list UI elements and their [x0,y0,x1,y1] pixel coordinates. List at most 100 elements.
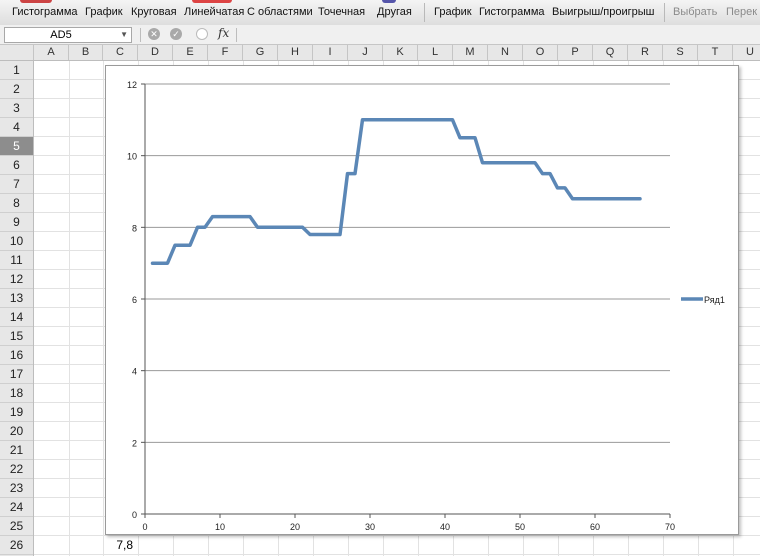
ribbon-button[interactable]: Выигрыш/проигрыш [552,6,655,18]
column-header-H[interactable]: H [278,45,313,60]
row-header-21[interactable]: 21 [0,441,33,460]
row-header-7[interactable]: 7 [0,175,33,194]
y-tick-label: 8 [132,223,137,233]
row-header-4[interactable]: 4 [0,118,33,137]
column-header-R[interactable]: R [628,45,663,60]
column-header-K[interactable]: K [383,45,418,60]
column-header-O[interactable]: O [523,45,558,60]
ribbon-button: Перек [726,6,758,18]
y-tick-label: 2 [132,438,137,448]
y-tick-label: 6 [132,295,137,305]
select-all-corner[interactable] [0,45,34,60]
series-line [150,118,642,265]
fx-button[interactable]: fx [218,26,229,40]
cancel-icon[interactable]: ✕ [148,28,160,40]
grid-line [34,535,760,536]
row-header-5[interactable]: 5 [0,137,33,156]
row-header-26[interactable]: 26 [0,536,33,555]
ribbon-separator [424,3,425,22]
ribbon-button[interactable]: Другая [377,6,412,18]
divider [236,28,237,42]
column-header-G[interactable]: G [243,45,278,60]
y-tick-label: 4 [132,367,137,377]
column-header-U[interactable]: U [733,45,760,60]
ribbon-icon-edge [192,0,232,3]
column-header-T[interactable]: T [698,45,733,60]
ribbon-button[interactable]: График [85,6,123,18]
cell-B26[interactable]: 7,8 [69,536,135,555]
ribbon-button[interactable]: Гистограмма [479,6,545,18]
ribbon-button[interactable]: Линейчатая [184,6,244,18]
x-tick-label: 0 [142,522,147,532]
column-header-C[interactable]: C [103,45,138,60]
legend-label: Ряд1 [704,295,725,305]
x-tick-label: 50 [515,522,525,532]
row-header-2[interactable]: 2 [0,80,33,99]
column-header-N[interactable]: N [488,45,523,60]
x-tick-label: 30 [365,522,375,532]
confirm-icon[interactable]: ✓ [170,28,182,40]
y-tick-label: 10 [127,152,137,162]
column-header-E[interactable]: E [173,45,208,60]
row-headers: 1 2 3 4 5 6 7 8 9 10 11 12 13 14 15 16 17 18 19 20 21 22 23 24 2… [0,61,34,556]
row-header-20[interactable]: 20 [0,422,33,441]
ribbon-icon-edge [382,0,396,3]
x-tick-label: 20 [290,522,300,532]
column-header-M[interactable]: M [453,45,488,60]
row-header-17[interactable]: 17 [0,365,33,384]
column-header-B[interactable]: B [69,45,103,60]
ribbon-separator [664,3,665,22]
column-header-S[interactable]: S [663,45,698,60]
ribbon-button: Выбрать [673,6,718,18]
name-box[interactable]: AD5 ▼ [4,27,132,43]
divider [140,28,141,42]
row-header-13[interactable]: 13 [0,289,33,308]
column-header-P[interactable]: P [558,45,593,60]
row-header-8[interactable]: 8 [0,194,33,213]
chart-ribbon: Гистограмма График Круговая Линейчатая С обл… [0,0,760,26]
grid-line [34,554,760,555]
ribbon-button[interactable]: Круговая [131,6,177,18]
row-header-23[interactable]: 23 [0,479,33,498]
line-chart[interactable]: 0 2 4 6 8 10 12 0 10 20 30 40 50 60 70 Ряд1 [105,65,739,535]
row-header-25[interactable]: 25 [0,517,33,536]
row-header-24[interactable]: 24 [0,498,33,517]
ribbon-button[interactable]: Гистограмма [12,6,78,18]
row-header-22[interactable]: 22 [0,460,33,479]
formula-bar: AD5 ▼ ✕ ✓ fx [0,25,760,45]
row-header-10[interactable]: 10 [0,232,33,251]
y-tick-label: 0 [132,510,137,520]
column-header-D[interactable]: D [138,45,173,60]
column-header-I[interactable]: I [313,45,348,60]
row-header-11[interactable]: 11 [0,251,33,270]
name-box-value: AD5 [50,29,72,41]
column-header-J[interactable]: J [348,45,383,60]
chart-plot: 0 2 4 6 8 10 12 0 10 20 30 40 50 60 70 Ряд1 [127,80,725,532]
ribbon-icon-edge [20,0,52,3]
row-header-19[interactable]: 19 [0,403,33,422]
row-header-18[interactable]: 18 [0,384,33,403]
ribbon-button[interactable]: С областями [247,6,313,18]
row-header-14[interactable]: 14 [0,308,33,327]
y-tick-label: 12 [127,80,137,90]
column-headers: ABCDEFGHIJKLMNOPQRSTU [0,45,760,61]
row-header-1[interactable]: 1 [0,61,33,80]
ribbon-button[interactable]: Точечная [318,6,365,18]
x-tick-label: 40 [440,522,450,532]
row-header-3[interactable]: 3 [0,99,33,118]
x-tick-label: 10 [215,522,225,532]
column-header-A[interactable]: A [34,45,69,60]
chevron-down-icon[interactable]: ▼ [120,28,128,42]
column-header-L[interactable]: L [418,45,453,60]
x-tick-label: 70 [665,522,675,532]
row-header-9[interactable]: 9 [0,213,33,232]
ribbon-button[interactable]: График [434,6,472,18]
column-header-Q[interactable]: Q [593,45,628,60]
row-header-12[interactable]: 12 [0,270,33,289]
function-icon[interactable] [196,28,208,40]
x-tick-label: 60 [590,522,600,532]
row-header-6[interactable]: 6 [0,156,33,175]
row-header-16[interactable]: 16 [0,346,33,365]
row-header-15[interactable]: 15 [0,327,33,346]
column-header-F[interactable]: F [208,45,243,60]
